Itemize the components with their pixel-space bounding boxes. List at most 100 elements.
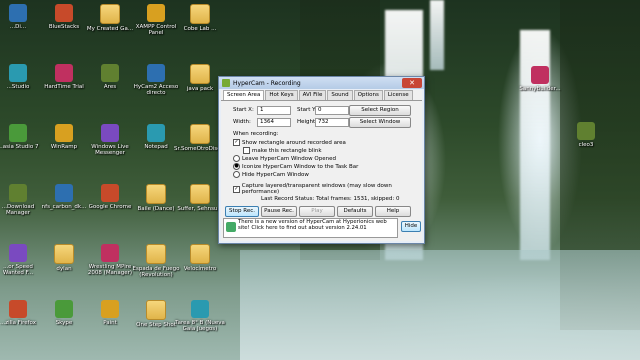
app-icon	[147, 64, 165, 82]
status-text: Last Record Status: Total frames: 1531, …	[261, 196, 400, 202]
desktop-icon[interactable]: BlueStacks	[38, 4, 90, 30]
desktop-icon-label: Google Chrome	[88, 204, 132, 210]
desktop-icon-label: ...Download Manager	[1, 204, 35, 216]
capture-layered-label: Capture layered/transparent windows (may…	[241, 183, 392, 195]
waterfall-right	[520, 30, 550, 260]
desktop-icon-label: Suffer, Sehnsu...	[177, 206, 223, 212]
desktop-icon[interactable]: Cobe Lab ...	[174, 4, 226, 32]
folder-icon	[190, 124, 210, 144]
desktop-icon-label: ...Studio	[6, 84, 30, 90]
app-icon	[101, 244, 119, 262]
desktop-icon[interactable]: Windows Live Messenger	[84, 124, 136, 156]
desktop-icon-label: HardTime Trial	[44, 84, 84, 90]
desktop-icon[interactable]: Velocímetro	[174, 244, 226, 272]
when-recording-label: When recording:	[233, 131, 279, 137]
app-icon	[9, 300, 27, 318]
desktop-icon[interactable]: SannyBuilder...	[514, 66, 566, 92]
folder-icon	[190, 184, 210, 204]
starty-field[interactable]: 0	[315, 106, 349, 115]
tab-strip: Screen Area Hot Keys AVI File Sound Opti…	[221, 90, 422, 101]
app-icon	[9, 184, 27, 202]
desktop-icon-label: Tarea 8° B (Nueva Gaia Juegos)	[175, 320, 225, 332]
tab-sound[interactable]: Sound	[327, 90, 353, 100]
app-icon	[101, 300, 119, 318]
desktop-icon[interactable]: Ares	[84, 64, 136, 90]
desktop-icon-label: ...asia Studio 7	[0, 144, 39, 150]
desktop-icon-label: dylan	[56, 266, 72, 272]
desktop-icon-label: One Step Shot	[136, 322, 176, 328]
defaults-button[interactable]: Defaults	[337, 206, 373, 217]
update-notice-text: There is a new version of HyperCam at Hy…	[238, 219, 387, 231]
folder-icon	[190, 4, 210, 24]
stop-rec-button[interactable]: Stop Rec.	[225, 206, 259, 217]
show-rectangle-checkbox[interactable]: ✓ Show rectangle around recorded area	[233, 139, 346, 146]
window-titlebar[interactable]: HyperCam - Recording ✕	[219, 77, 424, 89]
desktop-icon-label: Notepad	[144, 144, 168, 150]
desktop-icon[interactable]: Skype	[38, 300, 90, 326]
tab-avi-file[interactable]: AVI File	[298, 90, 327, 100]
desktop-icon[interactable]: Tarea 8° B (Nueva Gaia Juegos)	[174, 300, 226, 332]
width-field[interactable]: 1364	[257, 118, 291, 127]
help-button[interactable]: Help	[375, 206, 411, 217]
desktop-icon-label: ...Di...	[9, 24, 27, 30]
tab-hot-keys[interactable]: Hot Keys	[265, 90, 298, 100]
capture-layered-checkbox[interactable]: ✓ Capture layered/transparent windows (ma…	[233, 183, 422, 195]
notice-app-icon	[226, 222, 236, 232]
startx-field[interactable]: 1	[257, 106, 291, 115]
iconize-radio[interactable]: ● Iconize HyperCam Window to the Task Bar	[233, 163, 358, 170]
desktop-icon[interactable]: Paint	[84, 300, 136, 326]
select-region-button[interactable]: Select Region	[349, 105, 411, 116]
desktop-icon[interactable]: My Created Ga...	[84, 4, 136, 32]
app-icon	[55, 300, 73, 318]
desktop-icon-label: nfs_carbon_dk...	[41, 204, 87, 210]
folder-icon	[146, 184, 166, 204]
app-icon	[101, 124, 119, 142]
app-icon	[191, 300, 209, 318]
folder-icon	[190, 244, 210, 264]
update-notice[interactable]: There is a new version of HyperCam at Hy…	[223, 218, 398, 238]
app-icon	[55, 4, 73, 22]
desktop-icon-label: ...zilla Firefox	[0, 320, 37, 326]
close-icon[interactable]: ✕	[402, 78, 422, 88]
desktop-icon[interactable]: nfs_carbon_dk...	[38, 184, 90, 210]
pause-rec-button[interactable]: Pause Rec.	[261, 206, 297, 217]
tab-license[interactable]: License	[383, 90, 413, 100]
desktop-icon[interactable]: Wrestling MPire 2008 (Manager)	[84, 244, 136, 276]
app-icon	[577, 122, 595, 140]
starty-label: Start Y:	[297, 107, 317, 113]
desktop-icon-label: WinRamp	[50, 144, 78, 150]
desktop-icon[interactable]: HardTime Trial	[38, 64, 90, 90]
desktop-icon[interactable]: cleo3	[560, 122, 612, 148]
hide-button[interactable]: Hide	[401, 221, 421, 232]
waterfall-top	[430, 0, 444, 70]
desktop-icon[interactable]: Google Chrome	[84, 184, 136, 210]
hide-window-radio[interactable]: Hide HyperCam Window	[233, 171, 309, 178]
folder-icon	[146, 244, 166, 264]
height-field[interactable]: 732	[315, 118, 349, 127]
app-icon	[147, 124, 165, 142]
window-title: HyperCam - Recording	[233, 79, 301, 87]
show-rectangle-label: Show rectangle around recorded area	[242, 139, 346, 146]
tab-options[interactable]: Options	[353, 90, 383, 100]
desktop-icon-label: Wrestling MPire 2008 (Manager)	[87, 264, 133, 276]
leave-open-radio[interactable]: Leave HyperCam Window Opened	[233, 155, 336, 162]
desktop-icon-label: Ares	[103, 84, 117, 90]
hypercam-window: HyperCam - Recording ✕ Screen Area Hot K…	[218, 76, 425, 244]
hypercam-app-icon	[222, 79, 230, 87]
play-button[interactable]: Play	[299, 206, 335, 217]
app-icon	[55, 124, 73, 142]
desktop-icon[interactable]: WinRamp	[38, 124, 90, 150]
desktop-icon-label: Windows Live Messenger	[91, 144, 129, 156]
folder-icon	[146, 300, 166, 320]
desktop-icon-label: Skype	[55, 320, 73, 326]
app-icon	[55, 64, 73, 82]
desktop-icon-label: XAMPP Control Panel	[135, 24, 177, 36]
desktop-icon-label: My Created Ga...	[86, 26, 134, 32]
blink-checkbox[interactable]: make this rectangle blink	[243, 147, 322, 154]
tab-screen-area[interactable]: Screen Area	[223, 90, 265, 100]
app-icon	[101, 184, 119, 202]
app-icon	[531, 66, 549, 84]
desktop-icon[interactable]: dylan	[38, 244, 90, 272]
select-window-button[interactable]: Select Window	[349, 117, 411, 128]
folder-icon	[190, 64, 210, 84]
